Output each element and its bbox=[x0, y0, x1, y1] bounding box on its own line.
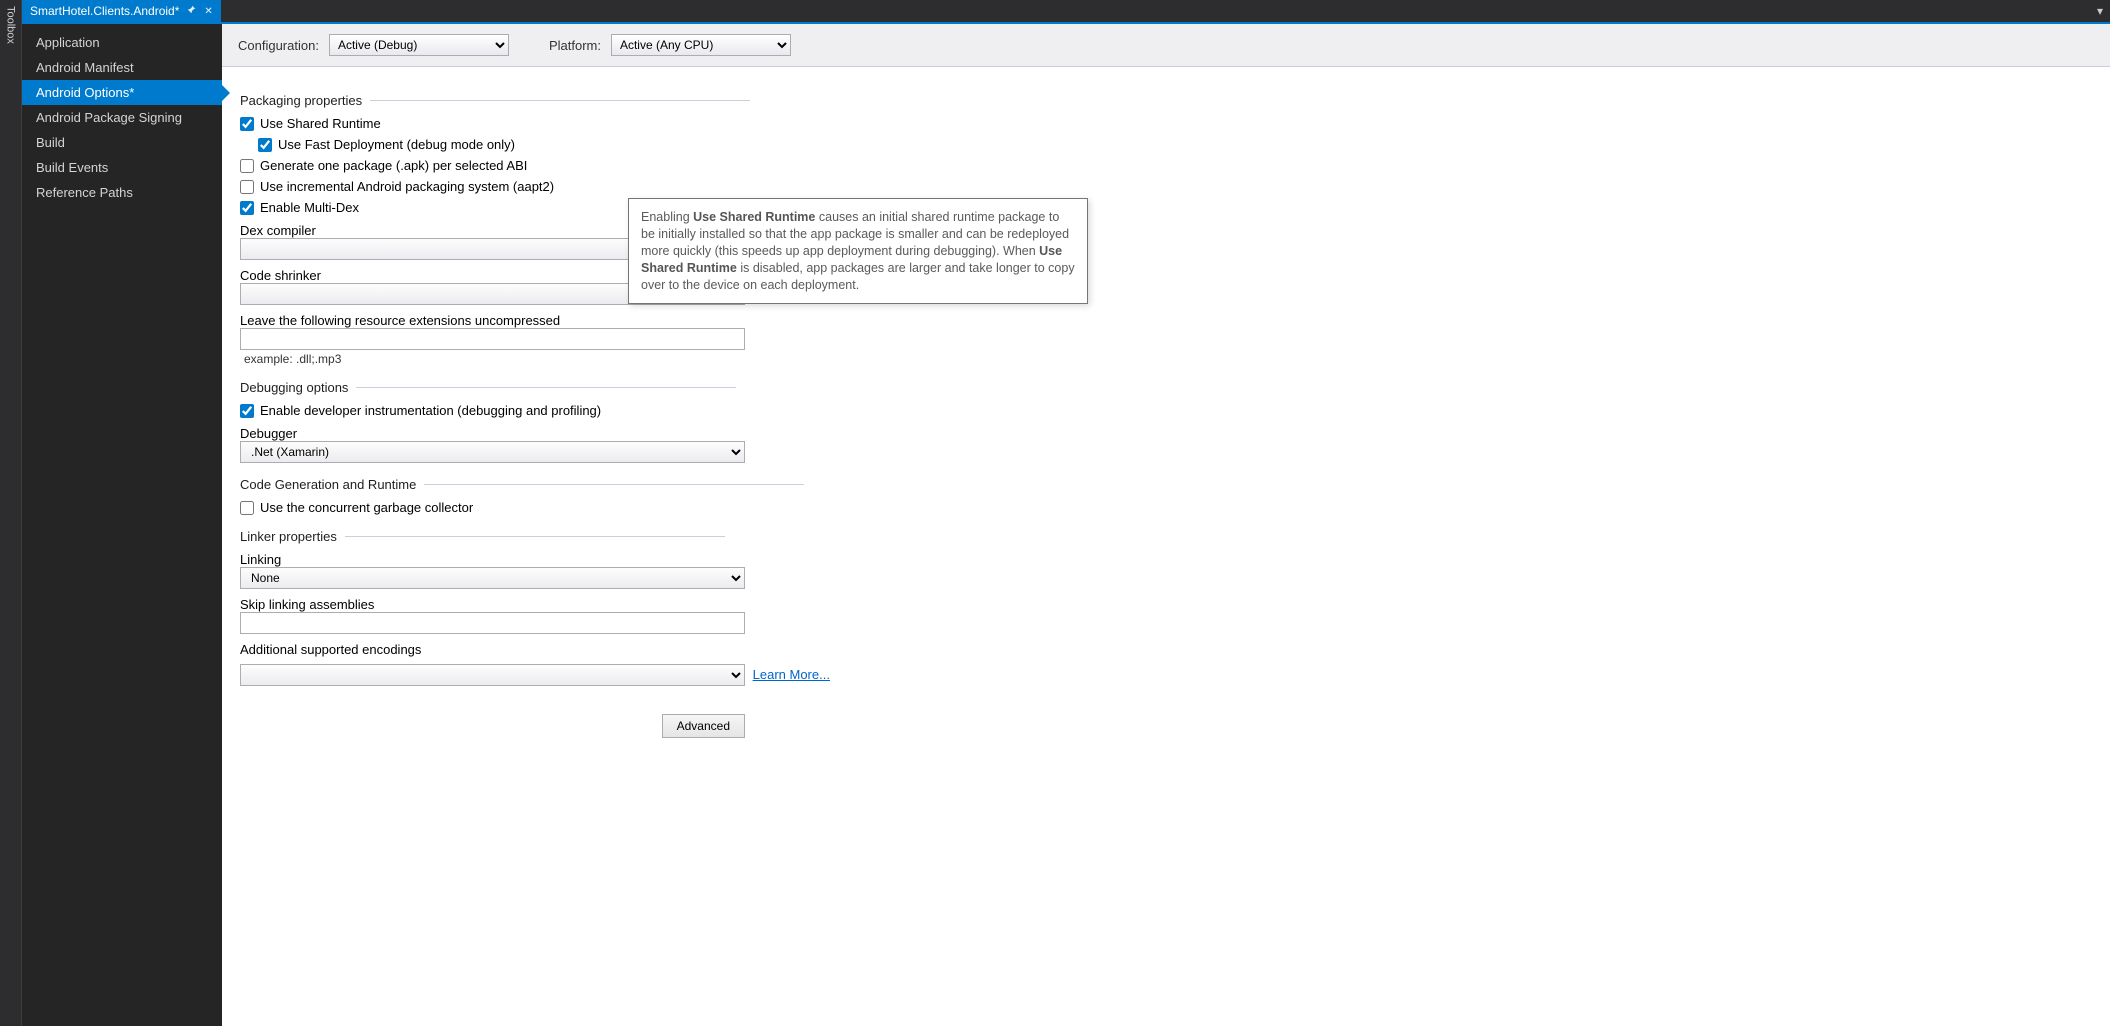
toolbox-tab[interactable]: Toolbox bbox=[0, 0, 22, 1026]
use-fast-deployment-label: Use Fast Deployment (debug mode only) bbox=[278, 137, 515, 152]
section-packaging: Packaging properties bbox=[240, 93, 2092, 108]
debugger-select[interactable]: .Net (Xamarin) bbox=[240, 441, 745, 463]
generate-one-package-checkbox[interactable] bbox=[240, 159, 254, 173]
skip-linking-label: Skip linking assemblies bbox=[240, 597, 2092, 612]
config-label: Configuration: bbox=[238, 38, 319, 53]
row-concurrent-gc: Use the concurrent garbage collector bbox=[240, 500, 2092, 515]
document-tab-strip: SmartHotel.Clients.Android* ✕ ▾ bbox=[22, 0, 2110, 24]
concurrent-gc-checkbox[interactable] bbox=[240, 501, 254, 515]
form-scroll: Packaging properties Use Shared Runtime … bbox=[222, 67, 2110, 756]
property-nav: Application Android Manifest Android Opt… bbox=[22, 24, 222, 1026]
uncompressed-hint: example: .dll;.mp3 bbox=[240, 352, 2092, 366]
row-incremental: Use incremental Android packaging system… bbox=[240, 179, 2092, 194]
nav-item-reference-paths[interactable]: Reference Paths bbox=[22, 180, 222, 205]
nav-item-application[interactable]: Application bbox=[22, 30, 222, 55]
content-panel: Configuration: Active (Debug) Platform: … bbox=[222, 24, 2110, 1026]
extra-encodings-select[interactable] bbox=[240, 664, 745, 686]
platform-select[interactable]: Active (Any CPU) bbox=[611, 34, 791, 56]
enable-multi-dex-label: Enable Multi-Dex bbox=[260, 200, 359, 215]
config-bar: Configuration: Active (Debug) Platform: … bbox=[222, 24, 2110, 67]
row-shared-runtime: Use Shared Runtime bbox=[240, 116, 2092, 131]
configuration-select[interactable]: Active (Debug) bbox=[329, 34, 509, 56]
dev-instrumentation-label: Enable developer instrumentation (debugg… bbox=[260, 403, 601, 418]
row-one-package: Generate one package (.apk) per selected… bbox=[240, 158, 2092, 173]
row-multi-dex: Enable Multi-Dex bbox=[240, 200, 2092, 215]
section-linker: Linker properties bbox=[240, 529, 2092, 544]
dex-compiler-label: Dex compiler bbox=[240, 223, 2092, 238]
skip-linking-input[interactable] bbox=[240, 612, 745, 634]
editor-column: SmartHotel.Clients.Android* ✕ ▾ Applicat… bbox=[22, 0, 2110, 1026]
learn-more-link[interactable]: Learn More... bbox=[753, 667, 830, 682]
code-shrinker-label: Code shrinker bbox=[240, 268, 2092, 283]
nav-item-build-events[interactable]: Build Events bbox=[22, 155, 222, 180]
platform-label: Platform: bbox=[549, 38, 601, 53]
uncompressed-label: Leave the following resource extensions … bbox=[240, 313, 2092, 328]
document-tab-title: SmartHotel.Clients.Android* bbox=[30, 4, 179, 18]
use-shared-runtime-label: Use Shared Runtime bbox=[260, 116, 381, 131]
linking-label: Linking bbox=[240, 552, 2092, 567]
section-debugging: Debugging options bbox=[240, 380, 2092, 395]
extra-encodings-label: Additional supported encodings bbox=[240, 642, 2092, 657]
dev-instrumentation-checkbox[interactable] bbox=[240, 404, 254, 418]
nav-item-android-manifest[interactable]: Android Manifest bbox=[22, 55, 222, 80]
advanced-row: Advanced bbox=[240, 714, 745, 738]
document-tab[interactable]: SmartHotel.Clients.Android* ✕ bbox=[22, 0, 221, 22]
workspace: Application Android Manifest Android Opt… bbox=[22, 24, 2110, 1026]
toolbox-label: Toolbox bbox=[5, 6, 17, 1026]
uncompressed-input[interactable] bbox=[240, 328, 745, 350]
nav-item-android-package-signing[interactable]: Android Package Signing bbox=[22, 105, 222, 130]
use-fast-deployment-checkbox[interactable] bbox=[258, 138, 272, 152]
advanced-button[interactable]: Advanced bbox=[662, 714, 745, 738]
row-dev-instrumentation: Enable developer instrumentation (debugg… bbox=[240, 403, 2092, 418]
section-codegen: Code Generation and Runtime bbox=[240, 477, 2092, 492]
shared-runtime-tooltip: Enabling Use Shared Runtime causes an in… bbox=[628, 198, 1088, 304]
pin-icon[interactable] bbox=[187, 5, 196, 17]
tab-overflow-button[interactable]: ▾ bbox=[2090, 0, 2110, 22]
incremental-packaging-checkbox[interactable] bbox=[240, 180, 254, 194]
nav-item-android-options[interactable]: Android Options* bbox=[22, 80, 222, 105]
debugger-label: Debugger bbox=[240, 426, 2092, 441]
incremental-packaging-label: Use incremental Android packaging system… bbox=[260, 179, 554, 194]
use-shared-runtime-checkbox[interactable] bbox=[240, 117, 254, 131]
nav-item-build[interactable]: Build bbox=[22, 130, 222, 155]
close-icon[interactable]: ✕ bbox=[204, 6, 212, 17]
linking-select[interactable]: None bbox=[240, 567, 745, 589]
concurrent-gc-label: Use the concurrent garbage collector bbox=[260, 500, 473, 515]
enable-multi-dex-checkbox[interactable] bbox=[240, 201, 254, 215]
generate-one-package-label: Generate one package (.apk) per selected… bbox=[260, 158, 527, 173]
row-fast-deployment: Use Fast Deployment (debug mode only) bbox=[258, 137, 2092, 152]
tabstrip-spacer bbox=[221, 0, 2090, 22]
